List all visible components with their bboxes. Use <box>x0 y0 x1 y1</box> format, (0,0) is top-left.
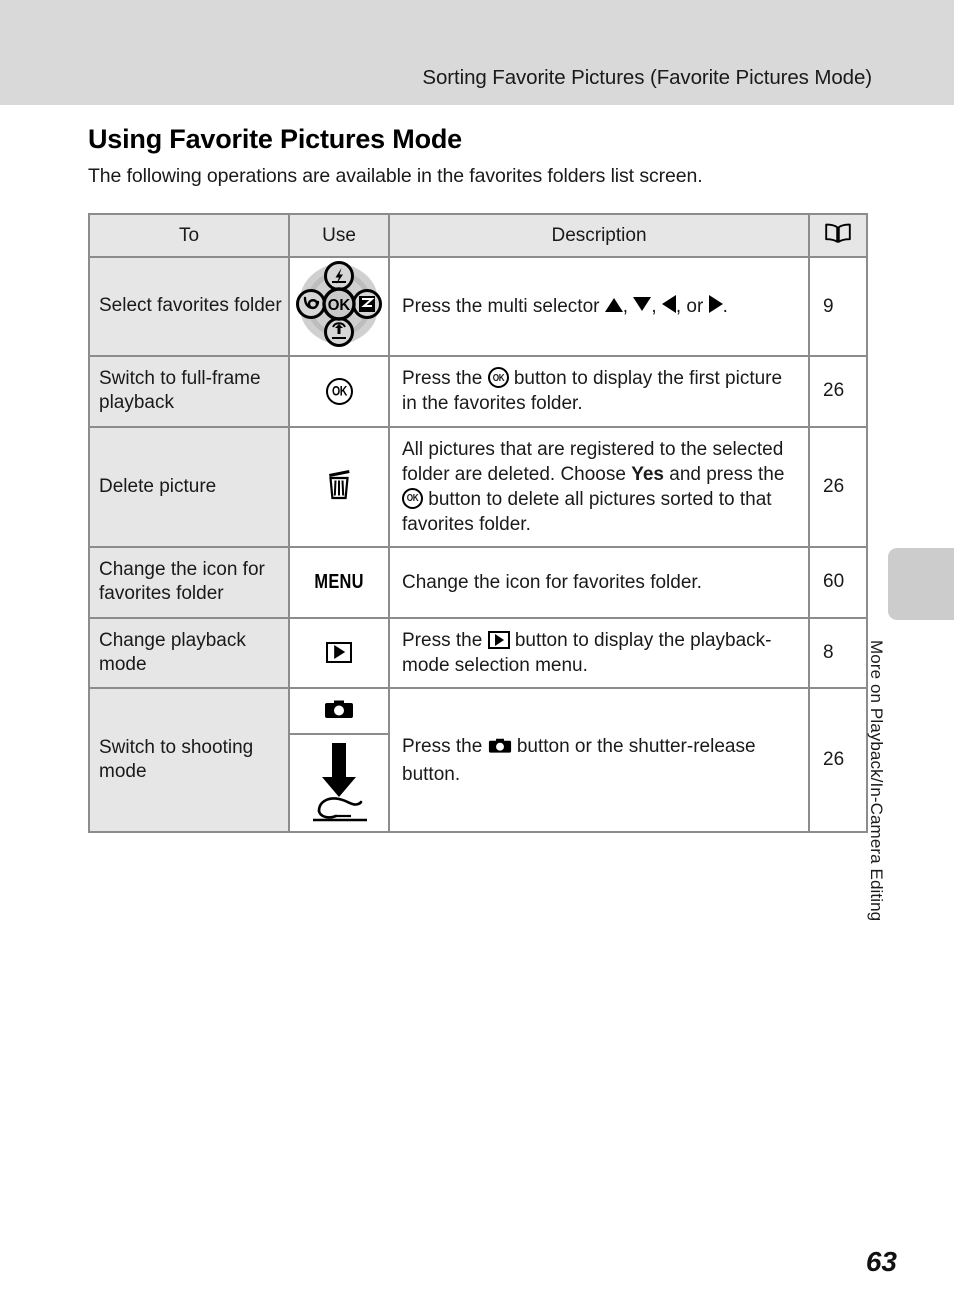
description-text-lead: Press the multi selector <box>402 295 605 317</box>
row-label-switch-full-frame-playback: Switch to full-frame playback <box>88 355 290 428</box>
open-book-icon <box>824 223 852 249</box>
row-use-icon-cell <box>288 355 390 428</box>
table-row: Change playback mode Press the button to… <box>88 616 868 690</box>
multi-selector-icon: OK <box>293 258 385 355</box>
camera-shooting-mode-icon <box>324 697 354 726</box>
description-text-lead: Press the <box>402 735 488 757</box>
row-label-switch-shooting-mode: Switch to shooting mode <box>88 687 290 834</box>
table-row: Select favorites folder OK Press the mul… <box>88 256 868 357</box>
row-reference-page: 60 <box>808 545 868 619</box>
triangle-down-icon <box>633 296 652 311</box>
description-text-lead: Press the <box>402 368 488 390</box>
description-sep-1: , <box>622 295 634 317</box>
description-text-lead: Press the <box>402 629 488 651</box>
table-header-row: To Use Description <box>88 213 868 258</box>
description-segment-3: button to delete all pictures sorted to … <box>402 488 772 535</box>
table-row: Change the icon for favorites folder MEN… <box>88 545 868 619</box>
chapter-tab-marker <box>888 548 954 620</box>
table-row: Switch to full-frame playback Press the … <box>88 355 868 428</box>
section-intro-text: The following operations are available i… <box>88 165 703 187</box>
row-use-icon-cell: OK <box>288 256 390 357</box>
row-description-delete-picture: All pictures that are registered to the … <box>388 425 810 548</box>
description-segment-2: and press the <box>663 463 785 485</box>
page-number: 63 <box>865 1246 897 1277</box>
ok-button-icon <box>487 367 509 389</box>
description-sep-4: . <box>722 295 728 317</box>
row-description-switch-full-frame-playback: Press the button to display the first pi… <box>388 355 810 428</box>
table-row: Switch to shooting mode Press the button… <box>88 687 868 834</box>
running-header-title: Sorting Favorite Pictures (Favorite Pict… <box>422 66 872 89</box>
column-header-to: To <box>88 213 290 258</box>
ok-button-icon <box>402 487 423 509</box>
playback-button-icon <box>326 641 352 663</box>
ok-button-icon <box>325 377 353 405</box>
playback-button-icon <box>487 630 510 649</box>
row-description-switch-shooting-mode: Press the button or the shutter-release … <box>388 687 810 834</box>
use-subcell-camera <box>290 689 388 736</box>
row-description-change-icon-favorites-folder: Change the icon for favorites folder. <box>388 545 810 619</box>
row-reference-page: 26 <box>808 425 868 548</box>
row-label-change-playback-mode: Change playback mode <box>88 616 290 690</box>
triangle-left-icon <box>661 294 676 313</box>
row-use-icon-cell <box>288 687 390 834</box>
use-subcell-shutter-press <box>290 734 388 832</box>
row-use-icon-cell <box>288 425 390 548</box>
description-sep-3: , or <box>675 295 709 317</box>
shutter-release-press-icon <box>307 739 371 828</box>
row-reference-page: 26 <box>808 355 868 428</box>
triangle-right-icon <box>708 294 723 313</box>
description-sep-2: , <box>651 295 662 317</box>
column-header-reference <box>808 213 868 258</box>
menu-button-icon: MENU <box>314 570 364 593</box>
row-use-icon-cell: MENU <box>288 545 390 619</box>
camera-shooting-mode-icon <box>488 736 512 762</box>
row-label-change-icon-favorites-folder: Change the icon for favorites folder <box>88 545 290 619</box>
row-use-icon-cell <box>288 616 390 690</box>
row-reference-page: 26 <box>808 687 868 834</box>
row-label-delete-picture: Delete picture <box>88 425 290 548</box>
row-label-select-favorites-folder: Select favorites folder <box>88 256 290 357</box>
chapter-tab-label: More on Playback/In-Camera Editing <box>867 640 886 922</box>
page-title: Using Favorite Pictures Mode <box>88 124 462 154</box>
row-description-change-playback-mode: Press the button to display the playback… <box>388 616 810 690</box>
row-description-select-favorites-folder: Press the multi selector , , , or . <box>388 256 810 357</box>
row-reference-page: 8 <box>808 616 868 690</box>
svg-text:OK: OK <box>328 297 351 315</box>
description-emphasis-yes: Yes <box>631 463 664 485</box>
column-header-use: Use <box>288 213 390 258</box>
operations-table: To Use Description Select favorites fold… <box>88 213 868 834</box>
row-reference-page: 9 <box>808 256 868 357</box>
column-header-description: Description <box>388 213 810 258</box>
trash-icon <box>324 467 354 506</box>
table-row: Delete picture All pictures that are reg… <box>88 425 868 548</box>
triangle-up-icon <box>604 297 623 312</box>
